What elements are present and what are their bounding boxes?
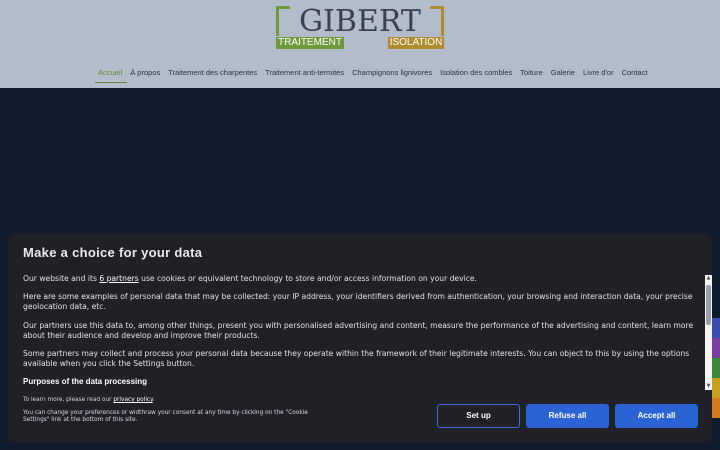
nav-contact[interactable]: Contact	[619, 66, 653, 83]
consent-paragraph: Our partners use this data to, among oth…	[23, 320, 694, 340]
accept-all-button[interactable]: Accept all	[615, 404, 698, 428]
consent-intro: Our website and its 6 partners use cooki…	[23, 274, 703, 284]
logo-roof-left	[276, 6, 290, 36]
consent-dialog: Make a choice for your data Our website …	[8, 233, 712, 442]
site-header: GIBERT TRAITEMENT ISOLATION Accueil À pr…	[0, 0, 720, 88]
side-color-tabs	[712, 318, 720, 418]
partners-link[interactable]: 6 partners	[99, 274, 138, 283]
side-tab[interactable]	[712, 358, 720, 378]
nav-accueil[interactable]: Accueil	[95, 66, 128, 83]
side-tab[interactable]	[712, 318, 720, 338]
logo-roof-right	[430, 6, 444, 36]
consent-title: Make a choice for your data	[23, 245, 203, 260]
consent-intro-text: Our website and its	[23, 274, 100, 283]
logo-traitement: TRAITEMENT	[276, 37, 344, 49]
nav-champignons-lignivores[interactable]: Champignons lignivores	[349, 66, 437, 83]
scrollbar-thumb[interactable]	[706, 285, 711, 325]
logo-wordmark: GIBERT	[299, 4, 421, 39]
privacy-note-text: To learn more, please read our	[23, 397, 114, 403]
consent-paragraph: Here are some examples of personal data …	[23, 292, 693, 312]
scroll-up-icon[interactable]: ▲	[706, 276, 711, 281]
nav-isolation-combles[interactable]: Isolation des combles	[437, 66, 517, 83]
preferences-note: You can change your preferences or width…	[23, 409, 308, 424]
consent-scrollbar[interactable]: ▲ ▼	[705, 275, 712, 390]
set-up-button[interactable]: Set up	[437, 404, 520, 428]
side-tab[interactable]	[712, 338, 720, 358]
refuse-all-button[interactable]: Refuse all	[526, 404, 609, 428]
consent-paragraph: Some partners may collect and process yo…	[23, 349, 690, 369]
logo-isolation: ISOLATION	[388, 37, 444, 49]
consent-body: Our website and its 6 partners use cooki…	[23, 274, 703, 392]
gibert-logo[interactable]: GIBERT TRAITEMENT ISOLATION	[274, 4, 446, 50]
nav-livre-dor[interactable]: Livre d'or	[580, 66, 619, 83]
nav-a-propos[interactable]: À propos	[127, 66, 165, 83]
nav-galerie[interactable]: Galerie	[548, 66, 580, 83]
privacy-note: To learn more, please read our privacy p…	[23, 397, 333, 405]
side-tab[interactable]	[712, 378, 720, 398]
consent-intro-text-end: use cookies or equivalent technology to …	[138, 274, 477, 283]
privacy-note-end: .	[152, 397, 155, 403]
nav-toiture[interactable]: Toiture	[517, 66, 548, 83]
nav-traitement-charpentes[interactable]: Traitement des charpentes	[165, 66, 262, 83]
privacy-policy-link[interactable]: privacy policy	[113, 397, 152, 403]
scroll-down-icon[interactable]: ▼	[706, 384, 711, 389]
nav-traitement-anti-termites[interactable]: Traitement anti-termites	[262, 66, 349, 83]
main-nav: Accueil À propos Traitement des charpent…	[95, 66, 652, 83]
side-tab[interactable]	[712, 398, 720, 418]
purposes-heading: Purposes of the data processing	[23, 377, 148, 387]
consent-footer: To learn more, please read our privacy p…	[23, 397, 333, 430]
